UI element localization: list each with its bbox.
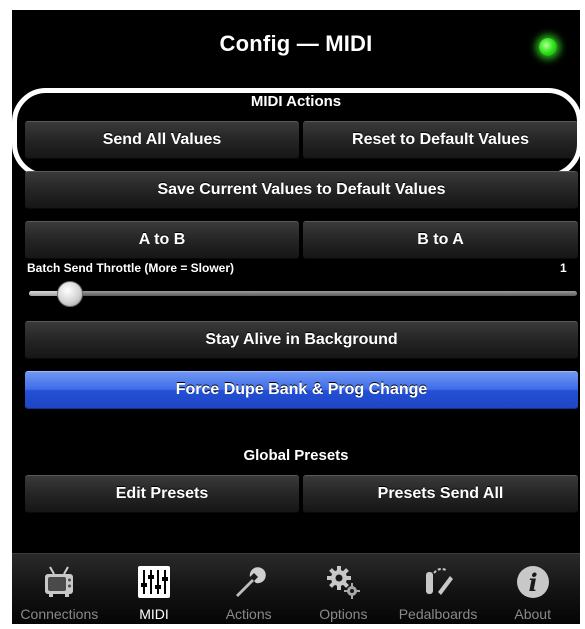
wrench-icon (229, 562, 269, 602)
tab-label: Pedalboards (398, 606, 478, 622)
connection-status-led-icon (539, 38, 557, 56)
a-to-b-button[interactable]: A to B (25, 221, 299, 259)
info-icon: i (513, 562, 553, 602)
sliders-icon (134, 562, 174, 602)
tab-label: Options (319, 606, 368, 622)
save-current-values-button[interactable]: Save Current Values to Default Values (25, 171, 578, 209)
tab-midi[interactable]: MIDI (107, 554, 202, 624)
tv-icon (39, 562, 79, 602)
tab-label: Actions (225, 606, 272, 622)
throttle-slider-track[interactable] (29, 291, 577, 296)
pedalboard-icon (418, 562, 458, 602)
throttle-label: Batch Send Throttle (More = Slower) (27, 261, 235, 275)
tab-label: About (514, 606, 551, 622)
title-bar: Config — MIDI (12, 10, 580, 78)
tab-label: MIDI (139, 606, 169, 622)
page-title: Config — MIDI (219, 31, 373, 56)
app-screen: Config — MIDI MIDI Actions Send All Valu… (12, 10, 580, 624)
tab-connections[interactable]: Connections (12, 554, 107, 624)
edit-presets-button[interactable]: Edit Presets (25, 475, 299, 513)
tab-about[interactable]: i About (485, 554, 580, 624)
tab-label: Connections (20, 606, 99, 622)
global-presets-heading: Global Presets (243, 447, 349, 464)
tab-actions[interactable]: Actions (201, 554, 296, 624)
midi-actions-highlight (12, 88, 580, 178)
presets-send-all-button[interactable]: Presets Send All (303, 475, 578, 513)
throttle-value: 1 (560, 261, 567, 275)
tab-pedalboards[interactable]: Pedalboards (391, 554, 486, 624)
stay-alive-button[interactable]: Stay Alive in Background (25, 321, 578, 359)
b-to-a-button[interactable]: B to A (303, 221, 578, 259)
tab-options[interactable]: Options (296, 554, 391, 624)
tab-bar: Connections MIDI Actions Options Pedalbo… (12, 553, 580, 624)
svg-text:i: i (528, 568, 537, 597)
throttle-slider-thumb[interactable] (57, 281, 83, 307)
gear-icon (323, 562, 363, 602)
force-dupe-bank-prog-change-button[interactable]: Force Dupe Bank & Prog Change (25, 371, 578, 409)
